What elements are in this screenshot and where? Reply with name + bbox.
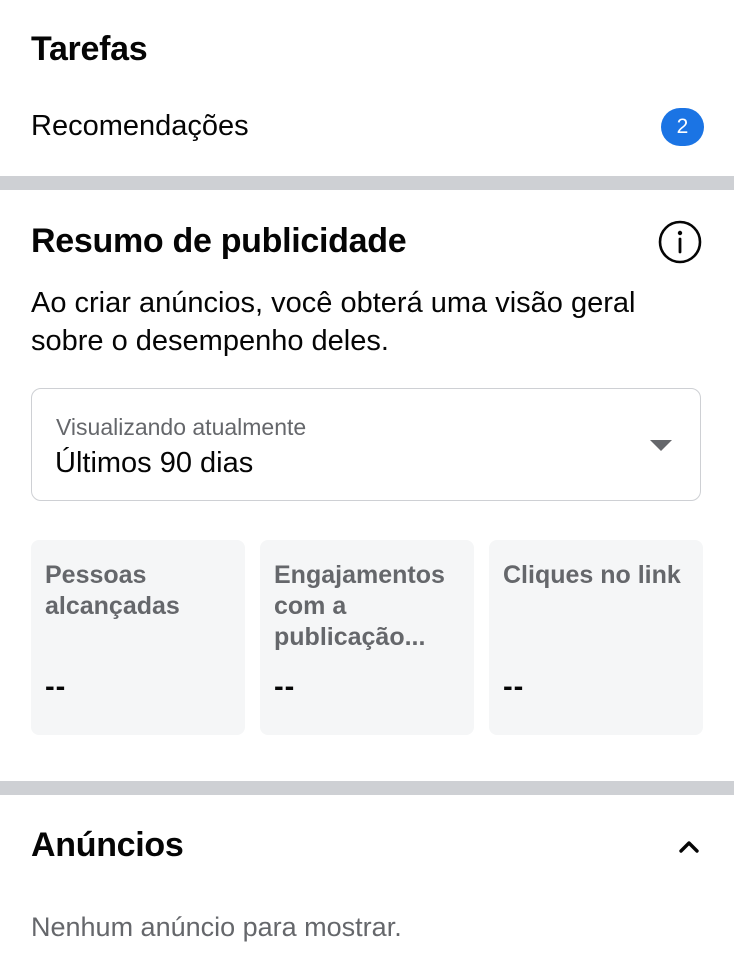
ads-empty-message: Nenhum anúncio para mostrar.	[31, 912, 402, 942]
page: Tarefas Recomendações 2 Resumo de public…	[0, 0, 734, 960]
tasks-section: Tarefas Recomendações 2	[0, 0, 734, 176]
caret-down-icon	[650, 440, 672, 451]
info-icon[interactable]	[657, 219, 703, 265]
recommendations-row[interactable]: Recomendações 2	[0, 100, 734, 156]
metric-value: --	[45, 671, 67, 703]
section-divider	[0, 176, 734, 190]
metric-card-link-clicks[interactable]: Cliques no link	[489, 540, 703, 735]
ad-summary-title: Resumo de publicidade	[31, 222, 407, 260]
section-divider	[0, 781, 734, 795]
chevron-up-icon[interactable]	[675, 834, 703, 858]
period-select-value: Últimos 90 dias	[55, 447, 254, 479]
metric-value: --	[274, 671, 296, 703]
recommendations-count-badge: 2	[661, 108, 704, 146]
ad-summary-description: Ao criar anúncios, você obterá uma visão…	[31, 287, 636, 357]
metric-label: Cliques no link	[503, 561, 681, 589]
metric-value: --	[503, 671, 525, 703]
metric-card-post-engagement[interactable]: Engajamentos com a publicação...	[260, 540, 474, 735]
ads-title: Anúncios	[31, 826, 184, 864]
period-select[interactable]: Visualizando atualmente Últimos 90 dias	[31, 388, 701, 501]
metric-label: Engajamentos com a publicação...	[274, 561, 445, 651]
tasks-title: Tarefas	[31, 30, 148, 68]
metric-card-people-reached[interactable]: Pessoas alcançadas	[31, 540, 245, 735]
recommendations-label: Recomendações	[31, 110, 249, 142]
metric-label: Pessoas alcançadas	[45, 561, 180, 620]
period-select-label: Visualizando atualmente	[56, 414, 307, 440]
